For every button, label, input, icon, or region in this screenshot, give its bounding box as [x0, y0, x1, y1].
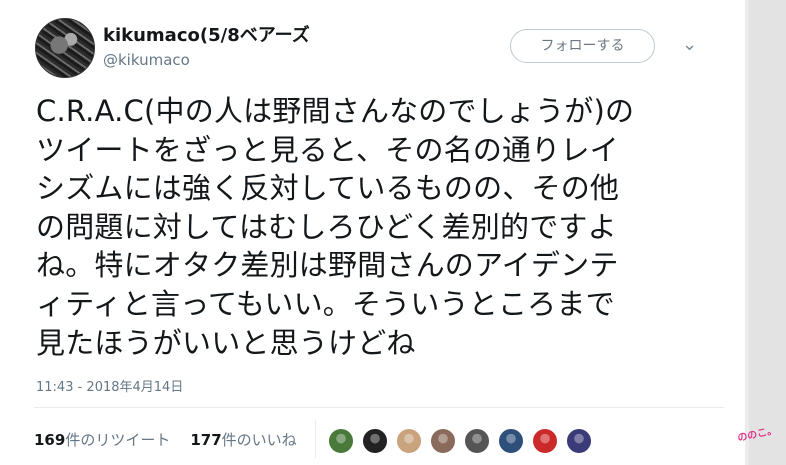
stats-separator	[315, 420, 316, 458]
retweet-label: 件のリツイート	[65, 431, 171, 449]
retweet-count: 169	[34, 431, 66, 449]
retweet-stat[interactable]: 169件のリツイート	[34, 431, 170, 449]
display-name[interactable]: kikumaco(5/8ベアーズ	[103, 21, 310, 47]
tweet-text-line: 見たほうがいいと思うけどね	[36, 325, 416, 360]
tweet-timestamp[interactable]: 11:43 - 2018年4月14日	[36, 376, 183, 395]
liker-avatar[interactable]	[430, 428, 456, 454]
like-count: 177	[190, 431, 222, 449]
side-strip	[745, 0, 786, 465]
liker-avatar[interactable]	[396, 428, 422, 454]
liker-avatar[interactable]	[328, 428, 354, 454]
tweet-text-line: シズムには強く反対しているものの、その他	[36, 171, 620, 206]
user-handle[interactable]: @kikumaco	[103, 51, 190, 69]
tweet-stats: 169件のリツイート 177件のいいね	[34, 429, 297, 450]
divider	[34, 407, 724, 408]
liker-avatar[interactable]	[498, 428, 524, 454]
liker-avatar[interactable]	[362, 428, 388, 454]
liker-avatar[interactable]	[464, 428, 490, 454]
follow-button[interactable]: フォローする	[510, 29, 655, 63]
tweet-text: C.R.A.C(中の人は野間さんなのでしょうが)の ツイートをざっと見ると、その…	[36, 92, 716, 362]
tweet-text-line: ね。特にオタク差別は野間さんのアイデンテ	[36, 248, 619, 283]
chevron-down-icon[interactable]: ⌄	[682, 34, 697, 55]
avatar[interactable]	[35, 18, 95, 78]
liker-avatar[interactable]	[566, 428, 592, 454]
liker-avatar[interactable]	[532, 428, 558, 454]
tweet-text-line: の問題に対してはむしろひどく差別的ですよ	[36, 209, 617, 244]
tweet-text-line: ツイートをざっと見ると、その名の通りレイ	[36, 132, 619, 167]
like-stat[interactable]: 177件のいいね	[190, 431, 296, 449]
tweet-text-line: ィティと言ってもいい。そういうところまで	[36, 286, 615, 321]
tweet-card: kikumaco(5/8ベアーズ @kikumaco フォローする ⌄ C.R.…	[0, 0, 745, 465]
like-label: 件のいいね	[221, 431, 297, 449]
tweet-text-line: C.R.A.C(中の人は野間さんなのでしょうが)の	[36, 94, 635, 128]
